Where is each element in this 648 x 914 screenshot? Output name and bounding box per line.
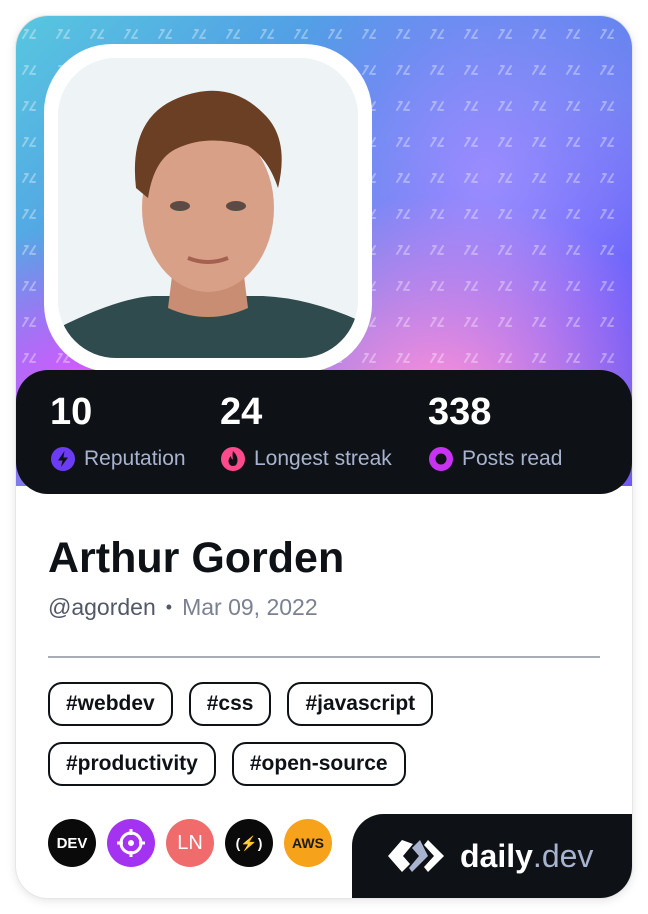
eye-ring-icon (429, 447, 453, 471)
devcard: 10 Reputation 24 Longest streak 338 Post… (16, 16, 632, 898)
source-aws[interactable]: AWS (284, 819, 332, 867)
tag-row: #webdev #css #javascript (48, 682, 608, 726)
lightning-bolt-icon (51, 447, 75, 471)
crosshair-logo (117, 829, 145, 857)
tag-open-source[interactable]: #open-source (231, 742, 406, 786)
daily-dev-logo-icon (388, 840, 444, 872)
source-dev-to[interactable]: DEV (48, 819, 96, 867)
tag-row: #productivity #open-source (48, 742, 608, 786)
avatar-frame (44, 44, 372, 372)
source-crosshair[interactable] (107, 819, 155, 867)
freecodecamp-logo: (⚡) (235, 834, 263, 851)
dev-to-logo: DEV (56, 834, 88, 852)
tag-list: #webdev #css #javascript #productivity #… (48, 682, 608, 802)
profile-handle[interactable]: @agorden (48, 594, 156, 621)
stat-longest-streak: 24 Longest streak (220, 390, 392, 472)
stat-value: 10 (50, 391, 93, 433)
brand-suffix: .dev (532, 837, 594, 874)
source-ln[interactable]: LN (166, 819, 214, 867)
profile-name: Arthur Gorden (48, 534, 345, 582)
divider (48, 656, 600, 658)
stats-bar: 10 Reputation 24 Longest streak 338 Post… (16, 370, 632, 494)
brand-wordmark: daily.dev (460, 838, 593, 875)
brand-footer[interactable]: daily.dev (352, 814, 632, 898)
meta-separator: • (165, 597, 173, 617)
stat-value: 24 (220, 391, 263, 433)
tag-productivity[interactable]: #productivity (48, 742, 216, 786)
ln-logo: LN (177, 831, 203, 854)
aws-logo: AWS (292, 835, 324, 851)
source-freecodecamp[interactable]: (⚡) (225, 819, 273, 867)
flame-icon (221, 447, 245, 471)
stat-posts-read: 338 Posts read (428, 390, 562, 472)
stat-label: Reputation (84, 447, 186, 470)
brand-name: daily (460, 837, 533, 874)
stat-label: Longest streak (254, 447, 392, 470)
tag-javascript[interactable]: #javascript (287, 682, 434, 726)
stat-reputation: 10 Reputation (50, 390, 186, 472)
profile-meta: @agorden • Mar 09, 2022 (48, 594, 318, 621)
stat-label: Posts read (462, 447, 563, 470)
tag-webdev[interactable]: #webdev (48, 682, 173, 726)
stat-value: 338 (428, 391, 492, 433)
tag-css[interactable]: #css (188, 682, 272, 726)
source-list: DEV LN (⚡) AWS (48, 819, 343, 867)
avatar[interactable] (58, 58, 358, 358)
joined-date: Mar 09, 2022 (182, 594, 318, 620)
